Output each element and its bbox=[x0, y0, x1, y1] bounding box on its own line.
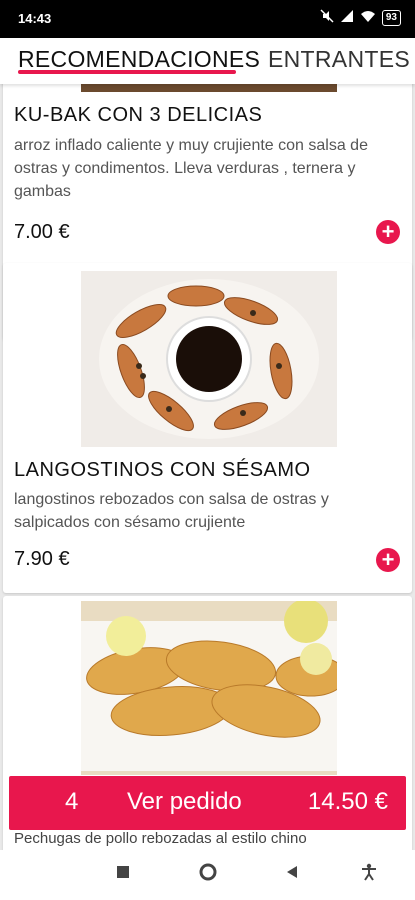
mute-icon bbox=[320, 9, 334, 26]
status-time: 14:43 bbox=[18, 11, 52, 26]
product-price: 7.90 € bbox=[14, 548, 70, 570]
product-list[interactable]: KU-BAK CON 3 DELICIAS arroz inflado cali… bbox=[0, 84, 415, 864]
product-description: Pechugas de pollo rebozadas al estilo ch… bbox=[14, 830, 307, 847]
cart-count: 4 bbox=[65, 788, 79, 815]
category-tabs: RECOMENDACIONES ENTRANTES bbox=[0, 38, 415, 84]
product-card: LANGOSTINOS CON SÉSAMO langostinos reboz… bbox=[3, 263, 412, 593]
product-description: arroz inflado caliente y muy crujiente c… bbox=[14, 137, 368, 200]
accessibility-icon[interactable] bbox=[361, 863, 377, 886]
product-image bbox=[81, 84, 337, 92]
status-icons: 93 bbox=[320, 9, 401, 26]
signal-icon bbox=[340, 9, 354, 26]
cart-label: Ver pedido bbox=[127, 788, 242, 815]
product-image[interactable] bbox=[81, 271, 337, 447]
wifi-icon bbox=[360, 9, 376, 26]
tab-entrantes[interactable]: ENTRANTES bbox=[268, 46, 410, 73]
system-nav-bar bbox=[0, 850, 415, 900]
view-order-button[interactable]: 4 Ver pedido 14.50 € bbox=[9, 776, 406, 830]
active-tab-indicator bbox=[18, 70, 236, 74]
recents-icon[interactable] bbox=[116, 865, 130, 884]
product-description: langostinos rebozados con salsa de ostra… bbox=[14, 491, 329, 531]
status-bar: 14:43 93 bbox=[0, 0, 415, 38]
product-image[interactable] bbox=[81, 601, 337, 775]
battery-icon: 93 bbox=[381, 9, 401, 26]
product-price: 7.00 € bbox=[14, 221, 70, 243]
tab-recomendaciones[interactable]: RECOMENDACIONES bbox=[18, 46, 260, 73]
add-to-cart-button[interactable]: + bbox=[376, 548, 400, 572]
add-icon: + bbox=[381, 547, 395, 572]
product-title: LANGOSTINOS CON SÉSAMO bbox=[14, 459, 311, 481]
add-icon: + bbox=[381, 219, 395, 244]
add-to-cart-button[interactable]: + bbox=[376, 220, 400, 244]
home-icon[interactable] bbox=[199, 863, 217, 886]
product-title: KU-BAK CON 3 DELICIAS bbox=[14, 104, 263, 126]
cart-total: 14.50 € bbox=[307, 788, 388, 815]
back-icon[interactable] bbox=[286, 865, 298, 884]
